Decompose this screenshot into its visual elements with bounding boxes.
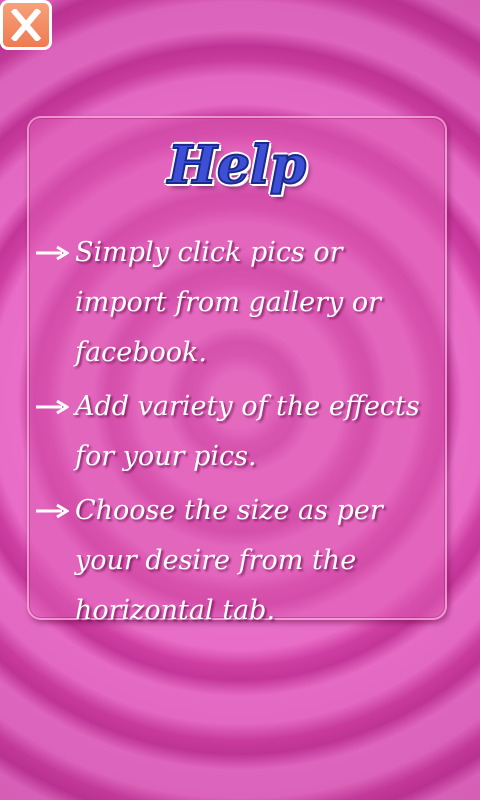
help-item-text: Add variety of the effects for your pics…	[75, 391, 420, 472]
help-item-text: Choose the size as per your desire from …	[75, 495, 383, 626]
close-icon	[11, 9, 41, 41]
help-list: Simply click pics or import from gallery…	[29, 228, 445, 640]
arrow-right-icon	[35, 382, 71, 432]
arrow-right-icon	[35, 486, 71, 536]
help-title: Help	[167, 135, 307, 197]
help-item: Add variety of the effects for your pics…	[29, 382, 445, 482]
help-item: Simply click pics or import from gallery…	[29, 228, 445, 378]
help-panel: Help Simply click pics or import from ga…	[27, 116, 447, 626]
help-item: Choose the size as per your desire from …	[29, 486, 445, 636]
arrow-right-icon	[35, 228, 71, 278]
help-item-text: Simply click pics or import from gallery…	[75, 237, 381, 368]
close-button[interactable]	[0, 0, 52, 50]
